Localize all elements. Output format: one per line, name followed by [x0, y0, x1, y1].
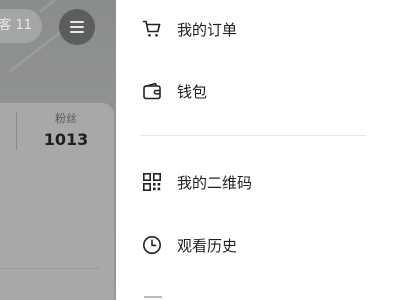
next-item-icon [144, 296, 162, 300]
background-divider [0, 268, 100, 269]
side-drawer: 我的订单 钱包 我的二维码 观看历史 [116, 0, 400, 300]
cart-icon [142, 20, 161, 37]
drawer-item-history[interactable]: 观看历史 [116, 225, 400, 265]
drawer-item-label: 我的订单 [177, 20, 238, 39]
drawer-item-label: 观看历史 [177, 236, 238, 255]
followers-label: 粉丝 [55, 112, 77, 125]
stats-divider [16, 112, 17, 150]
background-page-overlay[interactable]: 客 11 粉丝 1013 [0, 0, 116, 300]
qr-code-icon [142, 172, 162, 192]
drawer-item-orders[interactable]: 我的订单 [116, 9, 400, 49]
menu-icon [70, 21, 84, 33]
background-pill: 客 11 [0, 9, 42, 43]
drawer-divider [140, 135, 366, 136]
drawer-item-qr-code[interactable]: 我的二维码 [116, 162, 400, 202]
clock-icon [143, 236, 161, 254]
followers-count[interactable]: 1013 [36, 130, 96, 149]
menu-button[interactable] [59, 9, 95, 45]
drawer-item-label: 钱包 [177, 82, 208, 101]
drawer-item-wallet[interactable]: 钱包 [116, 71, 400, 111]
wallet-icon [143, 82, 161, 100]
drawer-item-label: 我的二维码 [177, 173, 253, 192]
